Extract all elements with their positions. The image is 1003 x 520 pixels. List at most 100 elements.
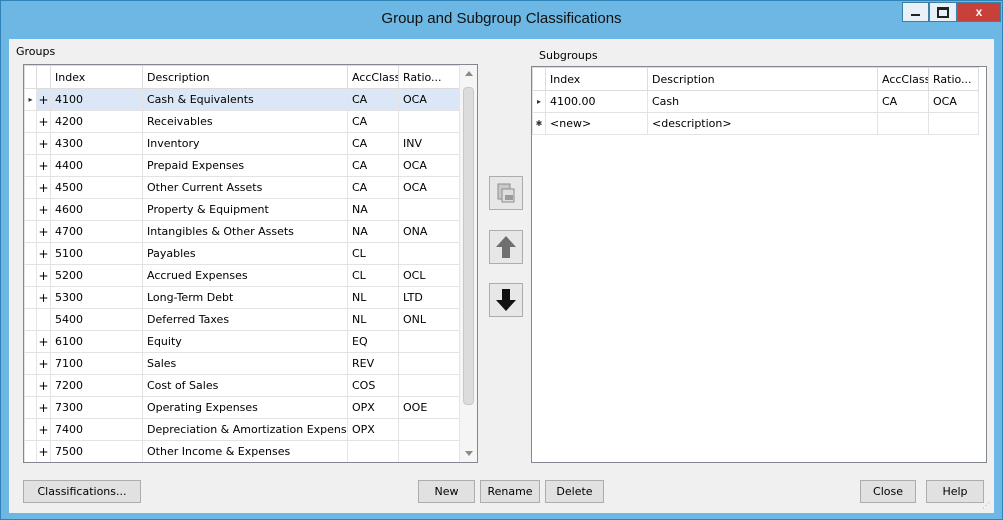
- row-marker-icon[interactable]: ▸: [24, 88, 37, 111]
- cell-description[interactable]: Intangibles & Other Assets: [142, 220, 348, 243]
- cell-ratio[interactable]: ONA: [398, 220, 462, 243]
- cell-ratio[interactable]: OCA: [398, 154, 462, 177]
- minimize-button[interactable]: [902, 2, 929, 22]
- cell-description[interactable]: Cash: [647, 90, 878, 113]
- cell-index[interactable]: 4600: [50, 198, 143, 221]
- expand-toggle-icon[interactable]: +: [36, 264, 51, 287]
- expand-toggle-icon[interactable]: +: [36, 374, 51, 397]
- cell-index[interactable]: 4300: [50, 132, 143, 155]
- cell-description[interactable]: Other Income & Expenses: [142, 440, 348, 462]
- expand-toggle-icon[interactable]: +: [36, 330, 51, 353]
- column-header-index[interactable]: Index: [50, 65, 143, 89]
- maximize-button[interactable]: [929, 2, 957, 22]
- cell-ratio[interactable]: OCL: [398, 264, 462, 287]
- table-row[interactable]: +5200 Accrued Expenses CL OCL: [24, 264, 462, 287]
- cell-ratio[interactable]: [928, 112, 979, 135]
- row-marker-icon[interactable]: [24, 374, 37, 397]
- row-marker-icon[interactable]: [24, 330, 37, 353]
- expand-toggle-icon[interactable]: +: [36, 286, 51, 309]
- cell-description[interactable]: Deferred Taxes: [142, 308, 348, 331]
- scrollbar-thumb[interactable]: [463, 87, 474, 405]
- close-window-button[interactable]: x: [957, 2, 1001, 22]
- cell-ratio[interactable]: [398, 330, 462, 353]
- cell-accclass[interactable]: [347, 440, 399, 462]
- close-button[interactable]: Close: [860, 480, 916, 503]
- cell-accclass[interactable]: [877, 112, 929, 135]
- cell-index[interactable]: 7500: [50, 440, 143, 462]
- cell-accclass[interactable]: REV: [347, 352, 399, 375]
- scroll-up-arrow-icon[interactable]: [465, 71, 473, 76]
- cell-ratio[interactable]: [398, 418, 462, 441]
- cell-ratio[interactable]: INV: [398, 132, 462, 155]
- cell-index[interactable]: 7400: [50, 418, 143, 441]
- cell-accclass[interactable]: CA: [347, 132, 399, 155]
- cell-description[interactable]: Other Current Assets: [142, 176, 348, 199]
- help-button[interactable]: Help: [926, 480, 984, 503]
- cell-index[interactable]: 7100: [50, 352, 143, 375]
- cell-index[interactable]: 4500: [50, 176, 143, 199]
- cell-description[interactable]: Equity: [142, 330, 348, 353]
- row-marker-icon[interactable]: [24, 132, 37, 155]
- row-marker-icon[interactable]: ✱: [532, 112, 546, 135]
- cell-accclass[interactable]: EQ: [347, 330, 399, 353]
- row-marker-icon[interactable]: ▸: [532, 90, 546, 113]
- expand-toggle-icon[interactable]: +: [36, 352, 51, 375]
- cell-accclass[interactable]: COS: [347, 374, 399, 397]
- table-row[interactable]: +7100 Sales REV: [24, 352, 462, 375]
- cell-index[interactable]: 4100: [50, 88, 143, 111]
- expand-toggle-icon[interactable]: +: [36, 88, 51, 111]
- cell-ratio[interactable]: OCA: [398, 176, 462, 199]
- cell-ratio[interactable]: [398, 374, 462, 397]
- resize-grip-icon[interactable]: ⋰: [982, 501, 992, 511]
- cell-accclass[interactable]: OPX: [347, 396, 399, 419]
- row-marker-icon[interactable]: [24, 198, 37, 221]
- table-row[interactable]: 5400 Deferred Taxes NL ONL: [24, 308, 462, 331]
- row-marker-icon[interactable]: [24, 154, 37, 177]
- table-row[interactable]: +4700 Intangibles & Other Assets NA ONA: [24, 220, 462, 243]
- groups-vertical-scrollbar[interactable]: [459, 65, 477, 462]
- groups-grid[interactable]: Index Description AccClass Ratio... ▸ +41…: [23, 64, 478, 463]
- cell-description[interactable]: Cost of Sales: [142, 374, 348, 397]
- cell-index[interactable]: 5200: [50, 264, 143, 287]
- cell-ratio[interactable]: OCA: [398, 88, 462, 111]
- row-marker-icon[interactable]: [24, 440, 37, 462]
- cell-accclass[interactable]: CA: [347, 176, 399, 199]
- move-up-button[interactable]: [489, 230, 523, 264]
- cell-ratio[interactable]: [398, 198, 462, 221]
- new-row[interactable]: ✱ <new> <description>: [532, 112, 979, 135]
- cell-ratio[interactable]: [398, 440, 462, 462]
- column-header-index[interactable]: Index: [545, 67, 648, 91]
- cell-index[interactable]: 5400: [50, 308, 143, 331]
- cell-description[interactable]: Payables: [142, 242, 348, 265]
- cell-ratio[interactable]: ONL: [398, 308, 462, 331]
- cell-index[interactable]: 6100: [50, 330, 143, 353]
- row-marker-icon[interactable]: [24, 308, 37, 331]
- table-row[interactable]: +4400 Prepaid Expenses CA OCA: [24, 154, 462, 177]
- cell-ratio[interactable]: OOE: [398, 396, 462, 419]
- classifications-button[interactable]: Classifications...: [23, 480, 141, 503]
- scroll-down-arrow-icon[interactable]: [465, 451, 473, 456]
- table-row[interactable]: +4500 Other Current Assets CA OCA: [24, 176, 462, 199]
- row-marker-icon[interactable]: [24, 286, 37, 309]
- column-header-ratio[interactable]: Ratio...: [928, 67, 979, 91]
- move-to-subgroup-button[interactable]: [489, 176, 523, 210]
- move-down-button[interactable]: [489, 283, 523, 317]
- cell-accclass[interactable]: CA: [347, 88, 399, 111]
- cell-index[interactable]: 5100: [50, 242, 143, 265]
- expand-toggle-icon[interactable]: [36, 308, 51, 331]
- column-header-accclass[interactable]: AccClass: [347, 65, 399, 89]
- table-row[interactable]: ▸ +4100 Cash & Equivalents CA OCA: [24, 88, 462, 111]
- table-row[interactable]: +4300 Inventory CA INV: [24, 132, 462, 155]
- cell-description[interactable]: Accrued Expenses: [142, 264, 348, 287]
- expand-toggle-icon[interactable]: +: [36, 220, 51, 243]
- row-marker-icon[interactable]: [24, 176, 37, 199]
- cell-accclass[interactable]: CL: [347, 242, 399, 265]
- cell-accclass[interactable]: CA: [347, 110, 399, 133]
- expand-toggle-icon[interactable]: +: [36, 418, 51, 441]
- column-header-ratio[interactable]: Ratio...: [398, 65, 462, 89]
- expand-toggle-icon[interactable]: +: [36, 110, 51, 133]
- table-row[interactable]: +5300 Long-Term Debt NL LTD: [24, 286, 462, 309]
- cell-description[interactable]: Inventory: [142, 132, 348, 155]
- column-header-accclass[interactable]: AccClass: [877, 67, 929, 91]
- cell-index[interactable]: 4200: [50, 110, 143, 133]
